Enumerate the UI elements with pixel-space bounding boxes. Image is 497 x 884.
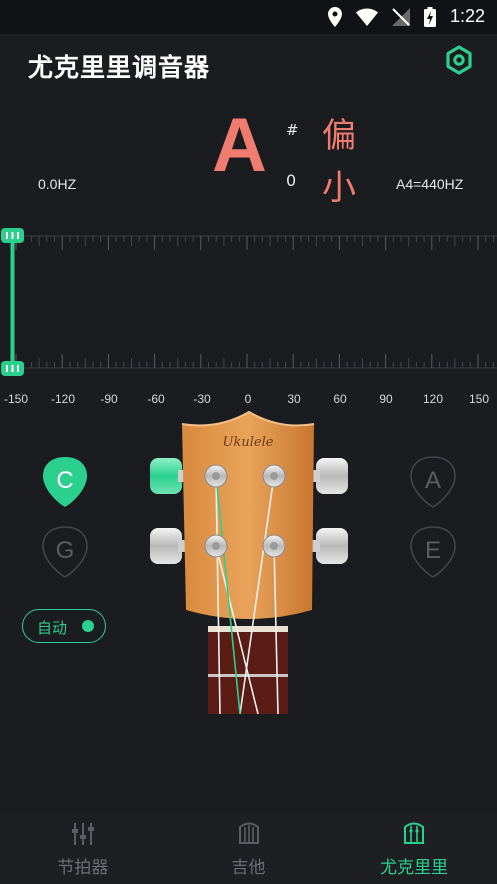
guitar-icon [238, 822, 259, 844]
nav-label: 尤克里里 [380, 858, 449, 878]
ukulele-headstock-image: Ukulele [150, 410, 348, 714]
tuner-needle [1, 228, 24, 376]
location-icon [327, 6, 342, 27]
settings-button[interactable] [443, 44, 475, 76]
tuning-status: 偏小 [322, 116, 356, 208]
scale-label: 60 [333, 392, 347, 406]
ukulele-icon [404, 822, 425, 844]
nav-metronome[interactable]: 节拍器 [0, 812, 166, 884]
nav-label: 吉他 [231, 858, 266, 878]
scale-label: 0 [244, 392, 252, 406]
scale-label: -150 [3, 392, 29, 406]
note-name: A [212, 103, 267, 188]
status-bar: 1:22 [0, 0, 497, 34]
status-time: 1:22 [449, 6, 485, 26]
scale-label: -90 [100, 392, 118, 406]
note-sharp: # [286, 121, 299, 139]
scale-labels: -150 -120 -90 -60 -30 0 30 60 90 120 150 [0, 392, 497, 408]
current-frequency: 0.0HZ [38, 176, 77, 192]
reference-frequency: A4=440HZ [396, 176, 464, 192]
auto-indicator [82, 620, 94, 632]
battery-charging-icon [423, 6, 436, 27]
nav-guitar[interactable]: 吉他 [166, 812, 332, 884]
scale-label: 150 [468, 392, 490, 406]
string-button-g[interactable]: G [41, 525, 89, 579]
scale-label: 120 [422, 392, 444, 406]
brand-logo: Ukulele [223, 435, 274, 450]
string-button-a[interactable]: A [409, 455, 457, 509]
scale-label: -30 [193, 392, 211, 406]
scale-label: 30 [287, 392, 301, 406]
string-label: C [56, 467, 74, 494]
scale-label: -120 [50, 392, 76, 406]
tuner-scale [0, 228, 497, 376]
bottom-nav: 节拍器 吉他 尤克里里 [0, 812, 497, 884]
string-button-c[interactable]: C [41, 455, 89, 509]
auto-label: 自动 [37, 619, 68, 637]
nav-ukulele[interactable]: 尤克里里 [331, 812, 497, 884]
page-title: 尤克里里调音器 [28, 53, 211, 82]
string-label: G [55, 537, 75, 564]
status-icons: 1:22 [327, 6, 485, 27]
string-button-e[interactable]: E [409, 525, 457, 579]
wifi-icon [355, 8, 378, 26]
note-octave: 0 [286, 171, 297, 190]
no-signal-icon [391, 7, 410, 26]
scale-label: -60 [147, 392, 165, 406]
metronome-icon [71, 823, 94, 845]
auto-toggle[interactable]: 自动 [22, 609, 106, 643]
string-label: A [424, 467, 441, 494]
scale-label: 90 [379, 392, 393, 406]
string-label: E [424, 537, 441, 564]
nav-label: 节拍器 [57, 858, 109, 878]
settings-icon [446, 45, 472, 75]
